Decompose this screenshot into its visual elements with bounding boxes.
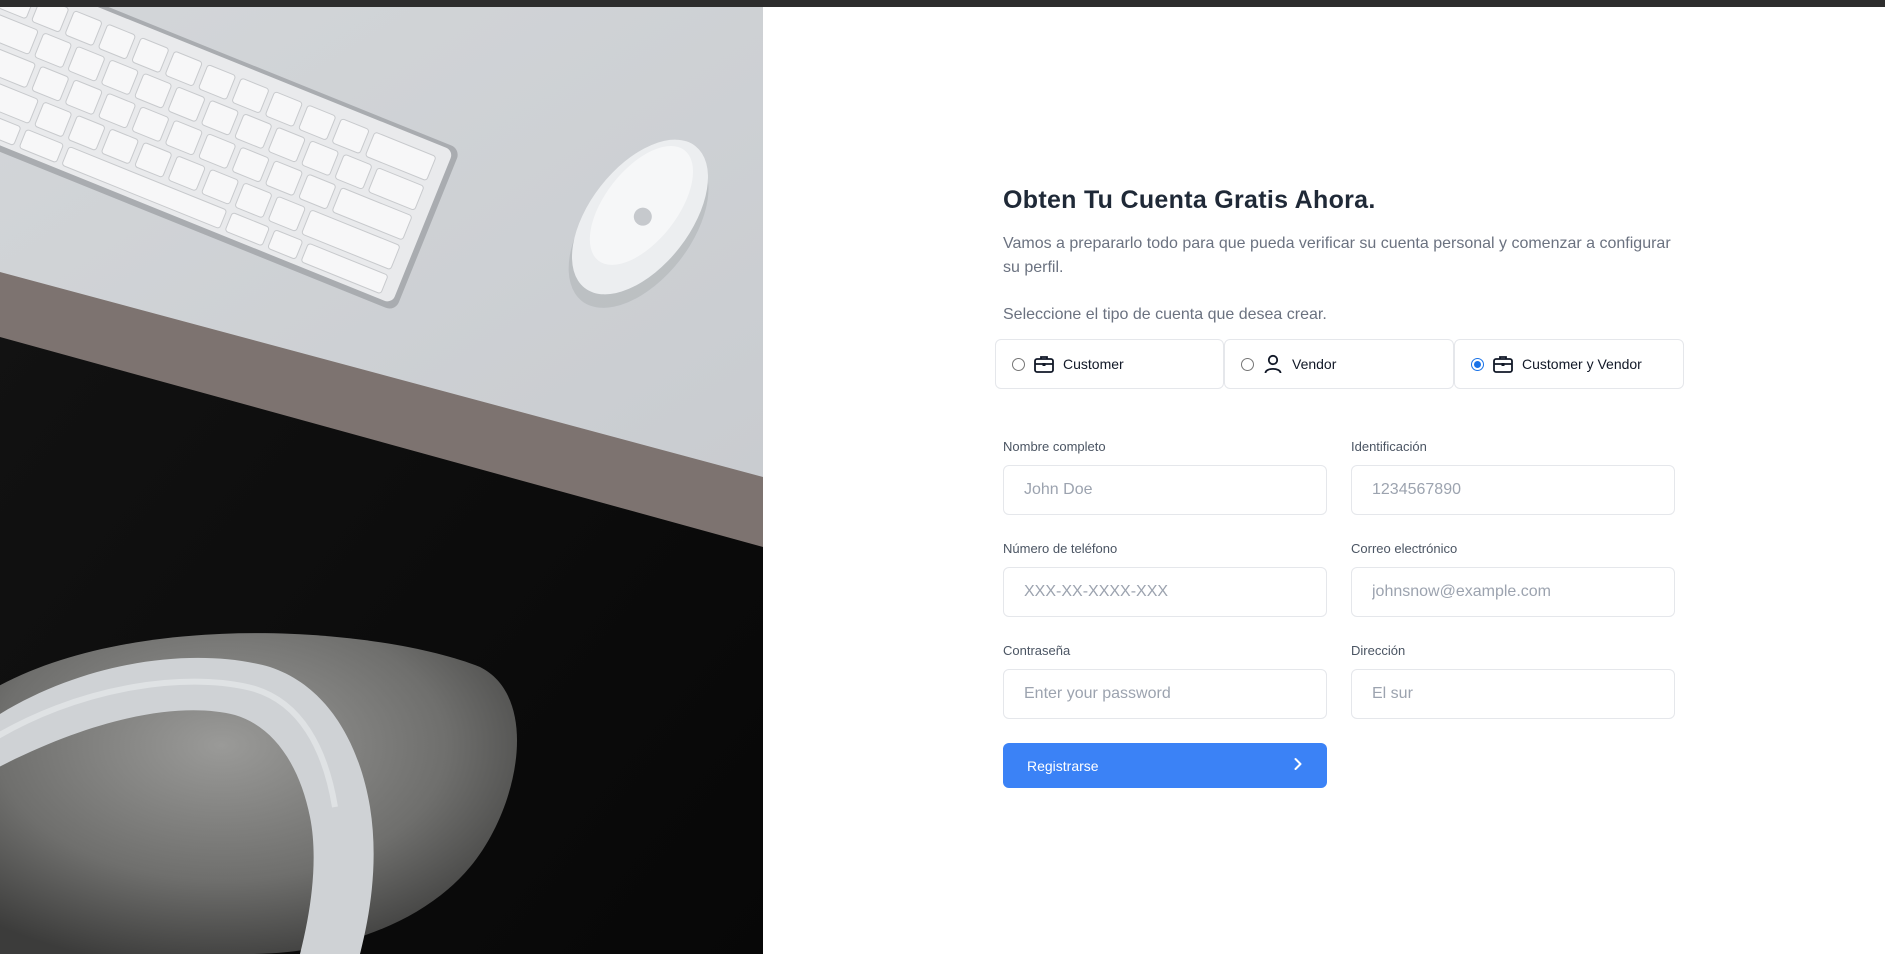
register-button-label: Registrarse xyxy=(1027,757,1099,774)
window-top-bar xyxy=(0,0,1885,7)
account-type-customer[interactable]: Customer xyxy=(995,339,1224,389)
briefcase-icon xyxy=(1492,353,1514,375)
phone-label: Número de teléfono xyxy=(1003,541,1118,556)
full-name-label: Nombre completo xyxy=(1003,439,1106,454)
customer-vendor-label: Customer y Vendor xyxy=(1522,356,1642,372)
address-input[interactable] xyxy=(1351,669,1675,719)
page-title: Obten Tu Cuenta Gratis Ahora. xyxy=(1003,186,1376,214)
chevron-right-icon xyxy=(1293,757,1303,774)
hero-image xyxy=(0,7,763,954)
user-icon xyxy=(1262,353,1284,375)
customer-vendor-radio[interactable] xyxy=(1471,357,1484,371)
account-type-customer-vendor[interactable]: Customer y Vendor xyxy=(1454,339,1684,389)
account-type-prompt: Seleccione el tipo de cuenta que desea c… xyxy=(1003,306,1327,323)
email-label: Correo electrónico xyxy=(1351,541,1458,556)
vendor-label: Vendor xyxy=(1292,356,1337,372)
email-input[interactable] xyxy=(1351,567,1675,617)
identification-input[interactable] xyxy=(1351,465,1675,515)
full-name-input[interactable] xyxy=(1003,465,1327,515)
customer-label: Customer xyxy=(1063,356,1124,372)
password-label: Contraseña xyxy=(1003,643,1071,658)
phone-input[interactable] xyxy=(1003,567,1327,617)
customer-radio[interactable] xyxy=(1012,357,1025,371)
password-input[interactable] xyxy=(1003,669,1327,719)
identification-label: Identificación xyxy=(1351,439,1427,454)
account-type-vendor[interactable]: Vendor xyxy=(1224,339,1454,389)
register-button[interactable]: Registrarse xyxy=(1003,743,1327,788)
vendor-radio[interactable] xyxy=(1241,357,1254,371)
desk-scene-illustration xyxy=(0,7,763,954)
address-label: Dirección xyxy=(1351,643,1406,658)
briefcase-icon xyxy=(1033,353,1055,375)
intro-text: Vamos a prepararlo todo para que pueda v… xyxy=(1003,235,1671,276)
